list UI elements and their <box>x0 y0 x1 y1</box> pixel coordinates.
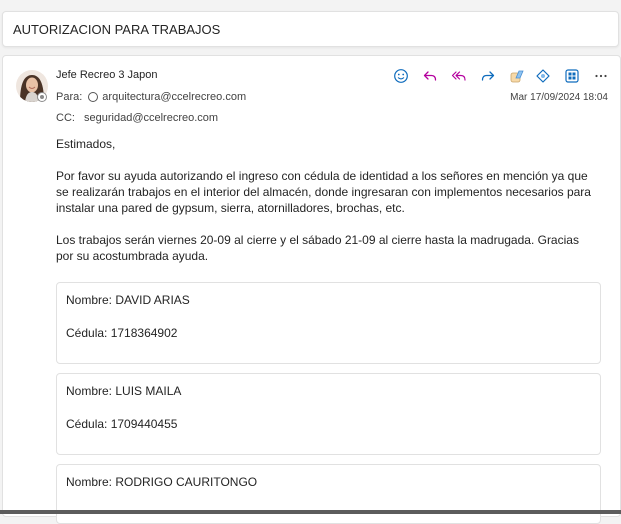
body-paragraph-1: Por favor su ayuda autorizando el ingres… <box>56 169 591 215</box>
cc-recipient[interactable]: seguridad@ccelrecreo.com <box>84 112 218 124</box>
person-card: Nombre: LUIS MAILA Cédula: 1709440455 <box>56 373 601 455</box>
to-recipient[interactable]: arquitectura@ccelrecreo.com <box>102 91 246 103</box>
to-line: Para: arquitectura@ccelrecreo.com <box>56 91 246 103</box>
to-label: Para: <box>56 91 83 103</box>
person-id: Cédula: 1709440455 <box>66 417 178 431</box>
greeting: Estimados, <box>56 137 116 151</box>
copilot-icon[interactable] <box>507 66 527 86</box>
person-name: Nombre: RODRIGO CAURITONGO <box>66 475 258 489</box>
apps-icon[interactable] <box>562 66 582 86</box>
sender-name[interactable]: Jefe Recreo 3 Japon <box>56 69 158 81</box>
message-card: Jefe Recreo 3 Japon Para: arquitectura@c… <box>2 55 621 524</box>
presence-status-icon <box>37 92 47 102</box>
reply-all-icon[interactable] <box>449 66 469 86</box>
emoji-icon[interactable] <box>391 66 411 86</box>
message-body: Estimados, Por favor su ayuda autorizand… <box>56 136 596 280</box>
forward-icon[interactable] <box>478 66 498 86</box>
person-name: Nombre: LUIS MAILA <box>66 384 182 398</box>
reply-icon[interactable] <box>420 66 440 86</box>
person-card: Nombre: DAVID ARIAS Cédula: 1718364902 <box>56 282 601 364</box>
subject-title: AUTORIZACION PARA TRABAJOS <box>13 22 221 37</box>
cc-label: CC: <box>56 112 75 124</box>
loop-icon[interactable] <box>533 66 553 86</box>
person-card: Nombre: RODRIGO CAURITONGO <box>56 464 601 524</box>
cc-line: CC: seguridad@ccelrecreo.com <box>56 112 218 124</box>
person-id: Cédula: 1718364902 <box>66 326 178 340</box>
more-icon[interactable] <box>591 66 611 86</box>
subject-bar: AUTORIZACION PARA TRABAJOS <box>2 11 619 47</box>
person-name: Nombre: DAVID ARIAS <box>66 293 190 307</box>
body-paragraph-2: Los trabajos serán viernes 20-09 al cier… <box>56 233 579 263</box>
message-date: Mar 17/09/2024 18:04 <box>510 92 608 103</box>
recipient-status-icon <box>88 92 99 102</box>
window-bottom-border <box>0 510 621 514</box>
